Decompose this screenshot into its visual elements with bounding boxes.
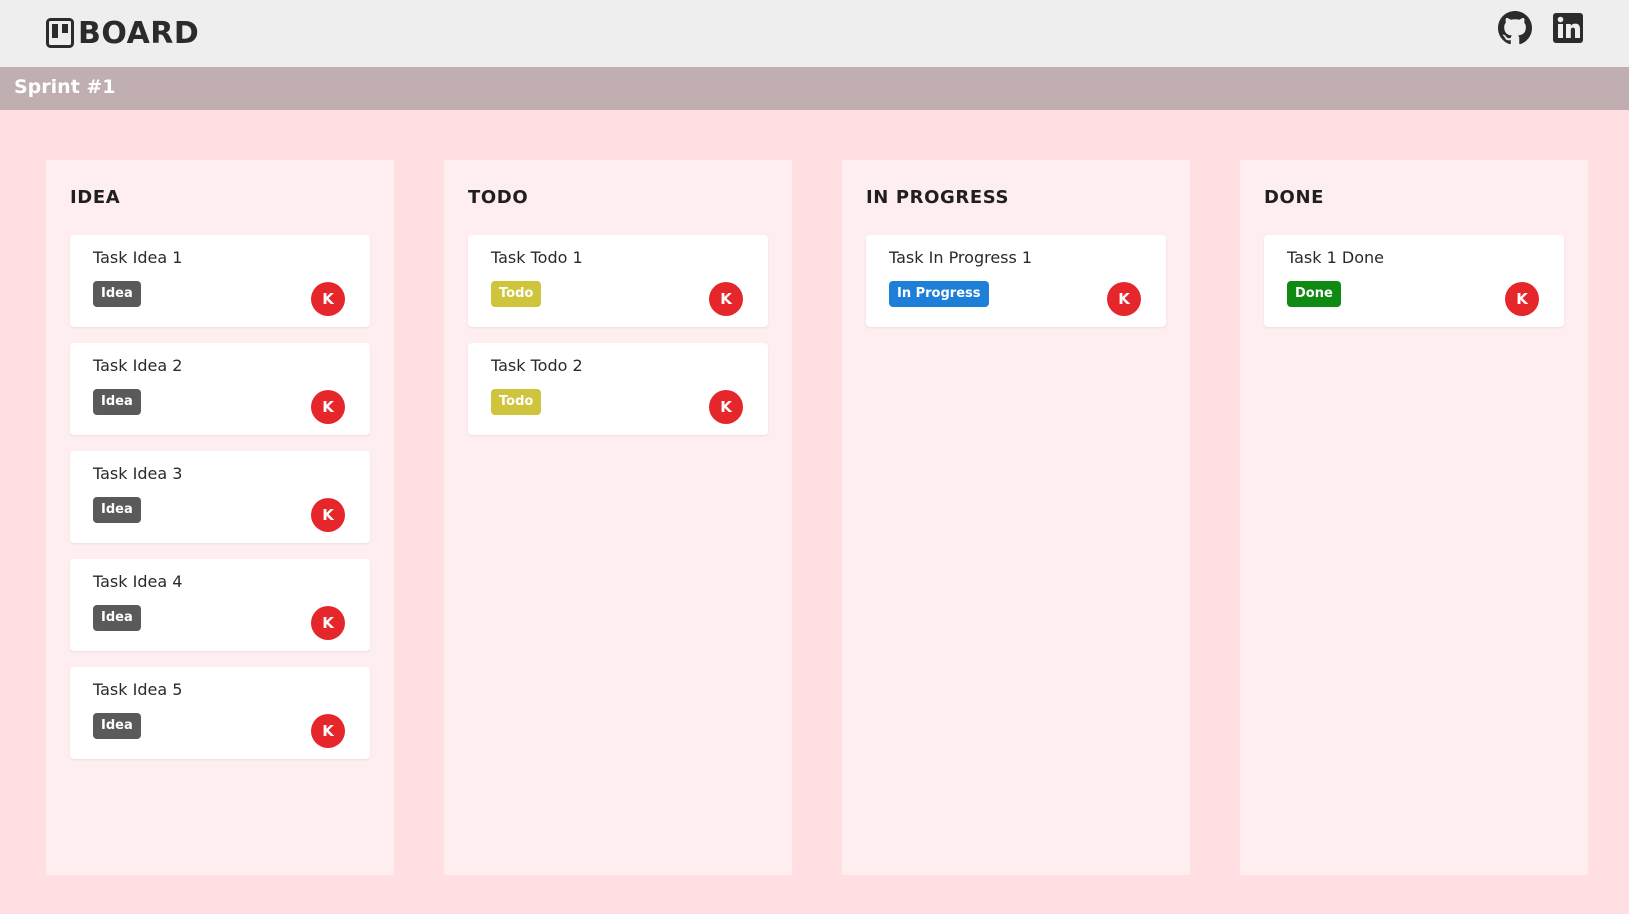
column-idea: IDEA Task Idea 1 Idea K Task Idea 2 Idea… <box>46 160 394 875</box>
avatar[interactable]: K <box>311 390 345 424</box>
column-todo: TODO Task Todo 1 Todo K Task Todo 2 Todo… <box>444 160 792 875</box>
task-card[interactable]: Task 1 Done Done K <box>1264 235 1564 327</box>
status-tag: Idea <box>93 713 141 739</box>
column-title: IDEA <box>70 187 121 208</box>
task-title: Task 1 Done <box>1287 248 1384 267</box>
status-tag: Idea <box>93 281 141 307</box>
task-card[interactable]: Task Idea 2 Idea K <box>70 343 370 435</box>
task-card[interactable]: Task In Progress 1 In Progress K <box>866 235 1166 327</box>
github-link[interactable] <box>1498 11 1532 45</box>
avatar[interactable]: K <box>709 390 743 424</box>
brand[interactable]: BOARD <box>46 15 200 51</box>
task-card[interactable]: Task Idea 1 Idea K <box>70 235 370 327</box>
task-title: Task Idea 3 <box>93 464 183 483</box>
avatar[interactable]: K <box>311 714 345 748</box>
linkedin-link[interactable] <box>1551 11 1585 45</box>
github-icon <box>1498 11 1532 45</box>
task-card[interactable]: Task Idea 3 Idea K <box>70 451 370 543</box>
sprint-title: Sprint #1 <box>14 76 116 98</box>
avatar[interactable]: K <box>311 282 345 316</box>
avatar[interactable]: K <box>709 282 743 316</box>
status-tag: In Progress <box>889 281 989 307</box>
column-title: IN PROGRESS <box>866 187 1010 208</box>
task-card[interactable]: Task Idea 4 Idea K <box>70 559 370 651</box>
column-title: TODO <box>468 187 529 208</box>
task-title: Task Idea 5 <box>93 680 183 699</box>
task-title: Task Todo 2 <box>491 356 583 375</box>
task-card[interactable]: Task Idea 5 Idea K <box>70 667 370 759</box>
status-tag: Todo <box>491 389 542 415</box>
avatar[interactable]: K <box>1505 282 1539 316</box>
status-tag: Idea <box>93 605 141 631</box>
avatar[interactable]: K <box>311 498 345 532</box>
task-card[interactable]: Task Todo 1 Todo K <box>468 235 768 327</box>
status-tag: Done <box>1287 281 1341 307</box>
column-title: DONE <box>1264 187 1325 208</box>
column-in-progress: IN PROGRESS Task In Progress 1 In Progre… <box>842 160 1190 875</box>
card-list: Task In Progress 1 In Progress K <box>866 235 1166 343</box>
task-title: Task In Progress 1 <box>889 248 1033 267</box>
status-tag: Idea <box>93 497 141 523</box>
task-title: Task Idea 2 <box>93 356 183 375</box>
linkedin-icon <box>1553 13 1583 43</box>
app-title: BOARD <box>78 15 200 51</box>
card-list: Task Idea 1 Idea K Task Idea 2 Idea K Ta… <box>70 235 370 775</box>
board-logo-icon <box>46 18 74 48</box>
card-list: Task 1 Done Done K <box>1264 235 1564 343</box>
avatar[interactable]: K <box>1107 282 1141 316</box>
status-tag: Todo <box>491 281 542 307</box>
task-title: Task Idea 4 <box>93 572 183 591</box>
top-navbar: BOARD <box>0 0 1629 67</box>
task-title: Task Idea 1 <box>93 248 183 267</box>
card-list: Task Todo 1 Todo K Task Todo 2 Todo K <box>468 235 768 451</box>
column-done: DONE Task 1 Done Done K <box>1240 160 1588 875</box>
status-tag: Idea <box>93 389 141 415</box>
task-card[interactable]: Task Todo 2 Todo K <box>468 343 768 435</box>
sprint-header: Sprint #1 <box>0 67 1629 110</box>
avatar[interactable]: K <box>311 606 345 640</box>
task-title: Task Todo 1 <box>491 248 583 267</box>
